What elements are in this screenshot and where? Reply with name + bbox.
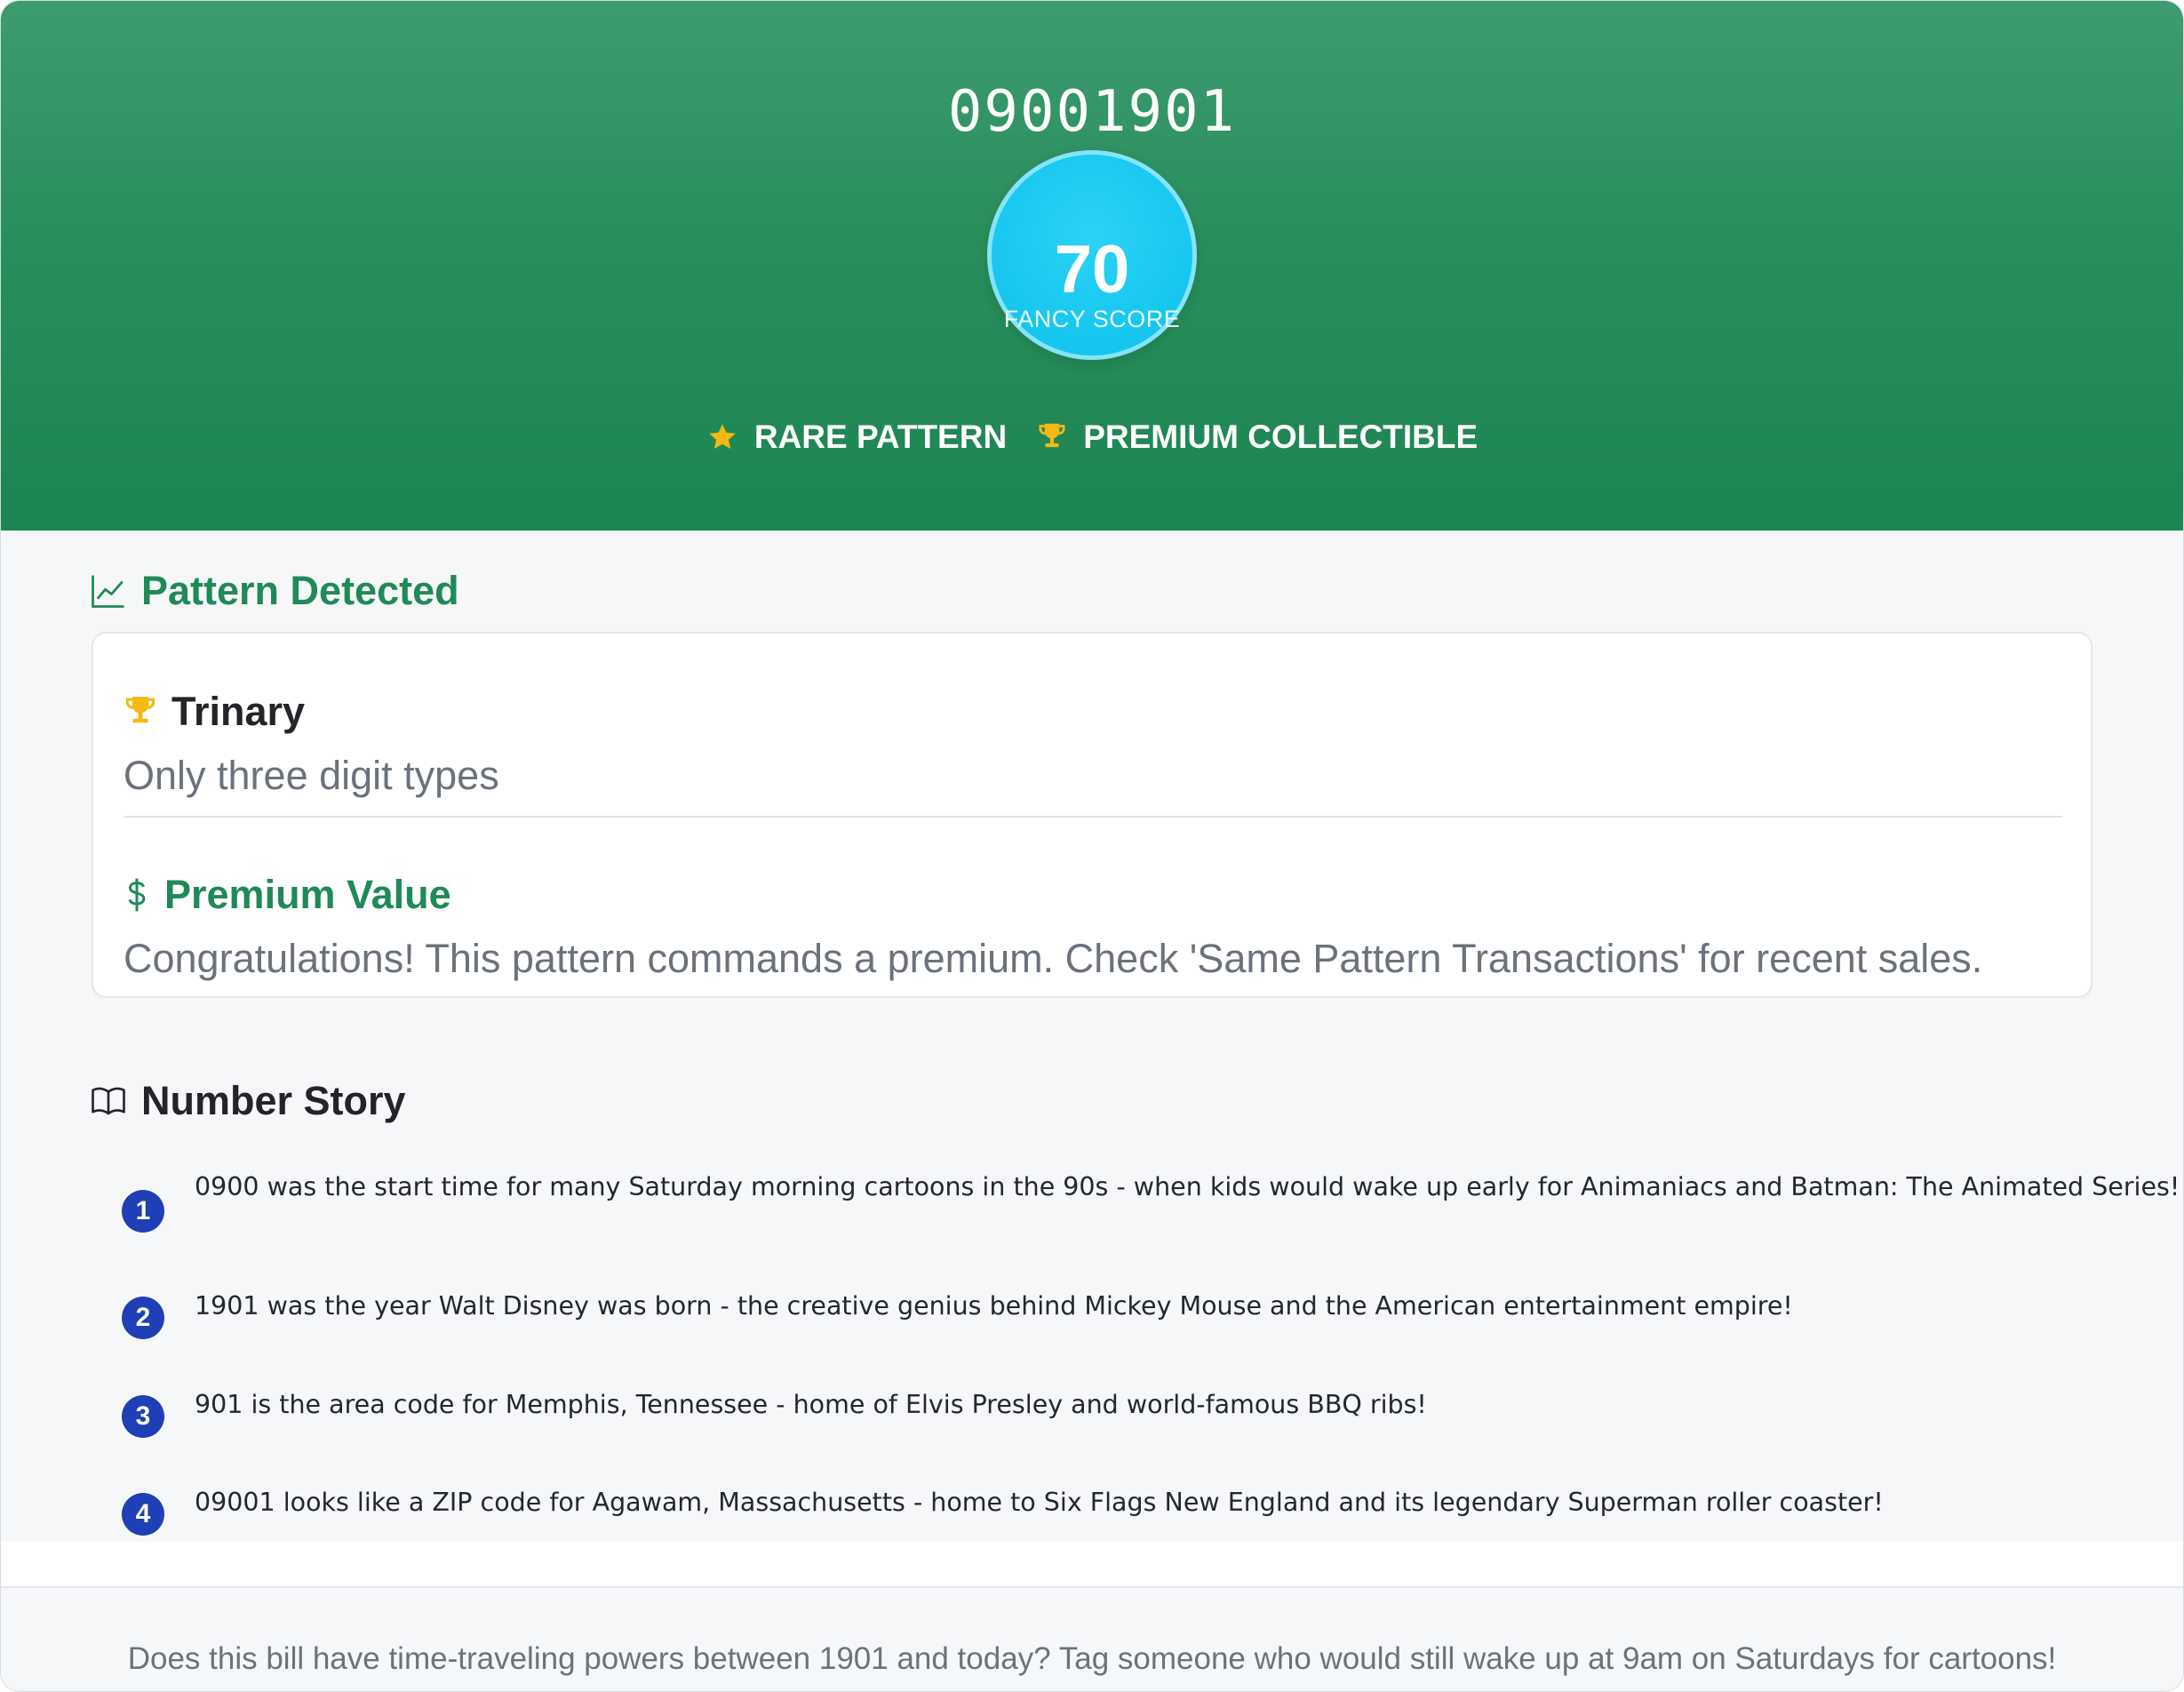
fancy-score-badge: 70 FANCY SCORE bbox=[987, 150, 1197, 360]
story-number-badge: 3 bbox=[122, 1395, 164, 1438]
rare-pattern-badge: RARE PATTERN bbox=[706, 419, 1007, 456]
premium-value-title: Premium Value bbox=[124, 872, 451, 918]
premium-value-label: Premium Value bbox=[164, 872, 451, 917]
footer-panel: Does this bill have time-traveling power… bbox=[1, 1586, 2183, 1691]
footer-share-prompt: Does this bill have time-traveling power… bbox=[127, 1641, 2057, 1676]
fancy-score-value: 70 bbox=[1054, 232, 1130, 307]
story-number-badge: 2 bbox=[122, 1297, 164, 1339]
premium-value-description: Congratulations! This pattern commands a… bbox=[124, 936, 1983, 981]
dollar-icon bbox=[128, 878, 146, 912]
number-story-heading: Number Story bbox=[90, 1078, 406, 1124]
list-item: 1 0900 was the start time for many Satur… bbox=[122, 1172, 2180, 1233]
trophy-icon bbox=[125, 697, 155, 723]
list-item: 4 09001 looks like a ZIP code for Agawam… bbox=[122, 1488, 2076, 1536]
rare-pattern-label: RARE PATTERN bbox=[753, 419, 1008, 455]
pattern-details-panel: Trinary Only three digit types Premium V… bbox=[92, 632, 2092, 998]
star-icon bbox=[709, 424, 736, 450]
story-text: 0900 was the start time for many Saturda… bbox=[195, 1172, 2180, 1201]
fancy-score-label: FANCY SCORE bbox=[1003, 306, 1181, 332]
bill-analysis-card: 09001901 70 FANCY SCORE RARE PATTERN PRE… bbox=[0, 0, 2184, 1692]
line-chart-icon bbox=[92, 575, 124, 608]
number-story-title: Number Story bbox=[141, 1078, 406, 1123]
story-text: 09001 looks like a ZIP code for Agawam, … bbox=[195, 1488, 1884, 1517]
pattern-detected-title: Pattern Detected bbox=[141, 568, 459, 613]
story-number-badge: 4 bbox=[122, 1493, 164, 1536]
badge-row: RARE PATTERN PREMIUM COLLECTIBLE bbox=[1, 419, 2183, 456]
bill-serial-number: 09001901 bbox=[947, 79, 1237, 145]
pattern-divider bbox=[124, 816, 2062, 818]
footer: Does this bill have time-traveling power… bbox=[1, 1542, 2183, 1691]
header-banner: 09001901 70 FANCY SCORE RARE PATTERN PRE… bbox=[1, 1, 2183, 531]
list-item: 3 901 is the area code for Memphis, Tenn… bbox=[122, 1390, 2076, 1438]
premium-collectible-label: PREMIUM COLLECTIBLE bbox=[1083, 419, 1479, 455]
trinary-pattern-title: Trinary bbox=[124, 689, 305, 735]
trophy-icon bbox=[1039, 423, 1065, 448]
story-text: 1901 was the year Walt Disney was born -… bbox=[195, 1291, 1793, 1321]
story-number-badge: 1 bbox=[122, 1190, 164, 1233]
list-item: 2 1901 was the year Walt Disney was born… bbox=[122, 1291, 2076, 1339]
book-icon bbox=[92, 1087, 125, 1115]
trinary-description: Only three digit types bbox=[124, 753, 499, 798]
pattern-detected-heading: Pattern Detected bbox=[90, 568, 459, 614]
trinary-label: Trinary bbox=[171, 689, 306, 734]
story-text: 901 is the area code for Memphis, Tennes… bbox=[195, 1390, 1427, 1419]
premium-collectible-badge: PREMIUM COLLECTIBLE bbox=[1037, 419, 1478, 456]
